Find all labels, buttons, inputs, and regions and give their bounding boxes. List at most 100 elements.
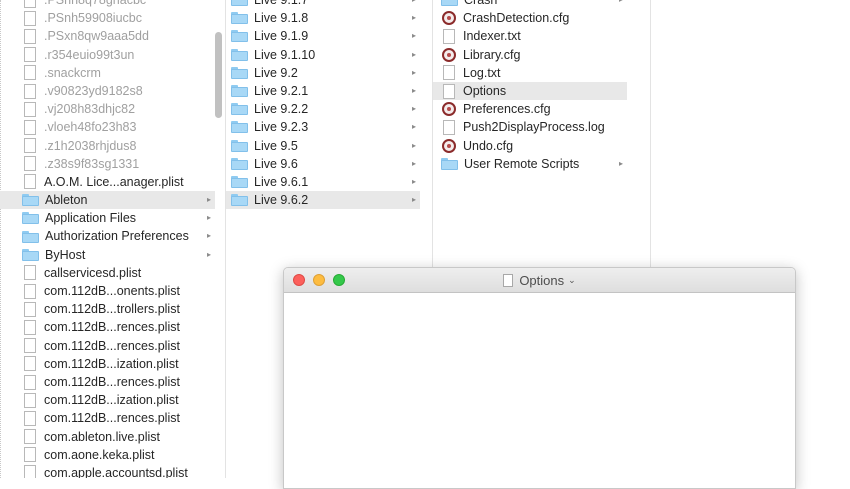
list-item-live-9-6-1[interactable]: Live 9.6.1 ▸ <box>226 173 420 191</box>
list-item-vj208h83dhjc82[interactable]: .vj208h83dhjc82 <box>0 100 215 118</box>
list-item-z1h2038rhjdus8[interactable]: .z1h2038rhjdus8 <box>0 137 215 155</box>
list-item-authorization-preferences[interactable]: Authorization Preferences ▸ <box>0 227 215 245</box>
window-titlebar[interactable]: Options ⌄ <box>284 268 795 293</box>
list-item-live-9-1-9[interactable]: Live 9.1.9 ▸ <box>226 27 420 45</box>
list-item-crash[interactable]: Crash ▸ <box>433 0 627 9</box>
list-item-a-o-m-lice-anager-plist[interactable]: A.O.M. Lice...anager.plist <box>0 173 215 191</box>
document-icon <box>24 265 36 281</box>
item-label: .PSxn8qw9aaa5dd <box>44 29 149 44</box>
document-icon <box>24 101 36 117</box>
list-item-log-txt[interactable]: Log.txt <box>433 64 627 82</box>
list-item-live-9-5[interactable]: Live 9.5 ▸ <box>226 137 420 155</box>
list-item-r354euio99t3un[interactable]: .r354euio99t3un <box>0 46 215 64</box>
document-icon <box>24 119 36 135</box>
item-label: com.112dB...rences.plist <box>44 411 180 426</box>
document-icon <box>24 447 36 463</box>
item-label: Ableton <box>45 193 88 208</box>
folder-icon <box>231 121 248 134</box>
list-item-user-remote-scripts[interactable]: User Remote Scripts ▸ <box>433 155 627 173</box>
item-label: .r354euio99t3un <box>44 47 135 62</box>
disclosure-arrow-icon: ▸ <box>411 85 416 95</box>
window-title[interactable]: Options ⌄ <box>284 268 795 292</box>
disclosure-arrow-icon: ▸ <box>411 31 416 41</box>
list-item-live-9-2-1[interactable]: Live 9.2.1 ▸ <box>226 82 420 100</box>
disclosure-arrow-icon: ▸ <box>618 158 623 168</box>
list-item-live-9-1-8[interactable]: Live 9.1.8 ▸ <box>226 9 420 27</box>
scrollbar-thumb[interactable] <box>215 32 222 118</box>
list-item-com-apple-accountsd-plist[interactable]: com.apple.accountsd.plist <box>0 464 215 478</box>
options-preview-window[interactable]: Options ⌄ <box>283 267 796 489</box>
list-item-options[interactable]: Options <box>433 81 627 101</box>
list-item-com-112db-onents-plist[interactable]: com.112dB...onents.plist <box>0 282 215 300</box>
list-item-live-9-6-2[interactable]: Live 9.6.2 ▸ <box>226 191 420 210</box>
document-icon <box>443 28 455 44</box>
item-label: .vj208h83dhjc82 <box>44 102 136 117</box>
document-icon <box>24 356 36 372</box>
list-item-psnh59908iucbc[interactable]: .PSnh59908iucbc <box>0 9 215 27</box>
item-label: com.112dB...onents.plist <box>44 284 180 298</box>
list-item-live-9-2-3[interactable]: Live 9.2.3 ▸ <box>226 118 420 136</box>
list-item-vloeh48fo23h83[interactable]: .vloeh48fo23h83 <box>0 118 215 136</box>
item-label: Application Files <box>45 211 137 226</box>
item-label: com.ableton.live.plist <box>44 429 161 444</box>
disclosure-arrow-icon: ▸ <box>411 104 416 114</box>
list-item-com-112db-rences-plist[interactable]: com.112dB...rences.plist <box>0 318 215 336</box>
list-item-v90823yd9182s8[interactable]: .v90823yd9182s8 <box>0 82 215 100</box>
list-item-preferences-cfg[interactable]: Preferences.cfg <box>433 100 627 118</box>
item-label: com.aone.keka.plist <box>44 447 155 462</box>
disclosure-arrow-icon: ▸ <box>411 158 416 168</box>
list-item-com-112db-rences-plist[interactable]: com.112dB...rences.plist <box>0 409 215 427</box>
list-item-callservicesd-plist[interactable]: callservicesd.plist <box>0 264 215 282</box>
list-item-com-aone-keka-plist[interactable]: com.aone.keka.plist <box>0 446 215 464</box>
list-item-psxn8qw9aaa5dd[interactable]: .PSxn8qw9aaa5dd <box>0 27 215 45</box>
window-title-label: Options <box>519 272 565 288</box>
item-label: Push2DisplayProcess.log <box>463 120 605 135</box>
disclosure-arrow-icon: ▸ <box>411 67 416 77</box>
list-item-com-112db-trollers-plist[interactable]: com.112dB...trollers.plist <box>0 300 215 318</box>
item-label: Preferences.cfg <box>463 102 551 117</box>
folder-icon <box>231 175 248 188</box>
item-label: Live 9.1.9 <box>254 29 309 44</box>
list-item-com-112db-rences-plist[interactable]: com.112dB...rences.plist <box>0 337 215 355</box>
chevron-down-icon[interactable]: ⌄ <box>568 275 576 286</box>
list-item-com-112db-ization-plist[interactable]: com.112dB...ization.plist <box>0 355 215 373</box>
list-item-live-9-2[interactable]: Live 9.2 ▸ <box>226 64 420 82</box>
list-item-com-112db-ization-plist[interactable]: com.112dB...ization.plist <box>0 391 215 409</box>
list-item-live-9-2-2[interactable]: Live 9.2.2 ▸ <box>226 100 420 118</box>
list-item-z38s9f83sg1331[interactable]: .z38s9f83sg1331 <box>0 155 215 173</box>
item-label: .PSnh8q78ghacbc <box>44 0 147 7</box>
item-label: Indexer.txt <box>463 29 521 44</box>
disclosure-arrow-icon: ▸ <box>619 0 623 9</box>
disclosure-arrow-icon: ▸ <box>411 122 416 132</box>
item-label: com.112dB...rences.plist <box>44 320 180 335</box>
list-item-live-9-1-7[interactable]: Live 9.1.7 ▸ <box>226 0 420 9</box>
list-item-live-9-6[interactable]: Live 9.6 ▸ <box>226 155 420 173</box>
list-item-indexer-txt[interactable]: Indexer.txt <box>433 27 627 45</box>
list-item-crashdetection-cfg[interactable]: CrashDetection.cfg <box>433 9 627 27</box>
item-label: CrashDetection.cfg <box>463 11 570 26</box>
folder-icon <box>441 157 458 170</box>
list-item-psnh8q78ghacbc[interactable]: .PSnh8q78ghacbc <box>0 0 215 9</box>
folder-icon <box>231 157 248 170</box>
list-item-live-9-1-10[interactable]: Live 9.1.10 ▸ <box>226 46 420 64</box>
item-label: Live 9.6.1 <box>254 174 309 189</box>
list-item-undo-cfg[interactable]: Undo.cfg <box>433 137 627 155</box>
document-icon <box>24 301 36 317</box>
disclosure-arrow-icon: ▸ <box>206 213 211 223</box>
item-label: Undo.cfg <box>463 138 514 153</box>
list-item-library-cfg[interactable]: Library.cfg <box>433 46 627 64</box>
document-icon <box>24 65 36 81</box>
list-item-com-112db-rences-plist[interactable]: com.112dB...rences.plist <box>0 373 215 391</box>
folder-icon <box>22 212 39 225</box>
document-icon <box>24 429 36 445</box>
list-item-push2displayprocess-log[interactable]: Push2DisplayProcess.log <box>433 118 627 136</box>
list-item-ableton[interactable]: Ableton ▸ <box>0 191 215 210</box>
disclosure-arrow-icon: ▸ <box>411 195 416 205</box>
list-item-com-ableton-live-plist[interactable]: com.ableton.live.plist <box>0 428 215 446</box>
folder-icon <box>231 66 248 79</box>
folder-icon <box>231 12 248 25</box>
list-item-snackcrm[interactable]: .snackcrm <box>0 64 215 82</box>
list-item-byhost[interactable]: ByHost ▸ <box>0 246 215 264</box>
list-item-application-files[interactable]: Application Files ▸ <box>0 209 215 227</box>
folder-icon <box>231 85 248 98</box>
